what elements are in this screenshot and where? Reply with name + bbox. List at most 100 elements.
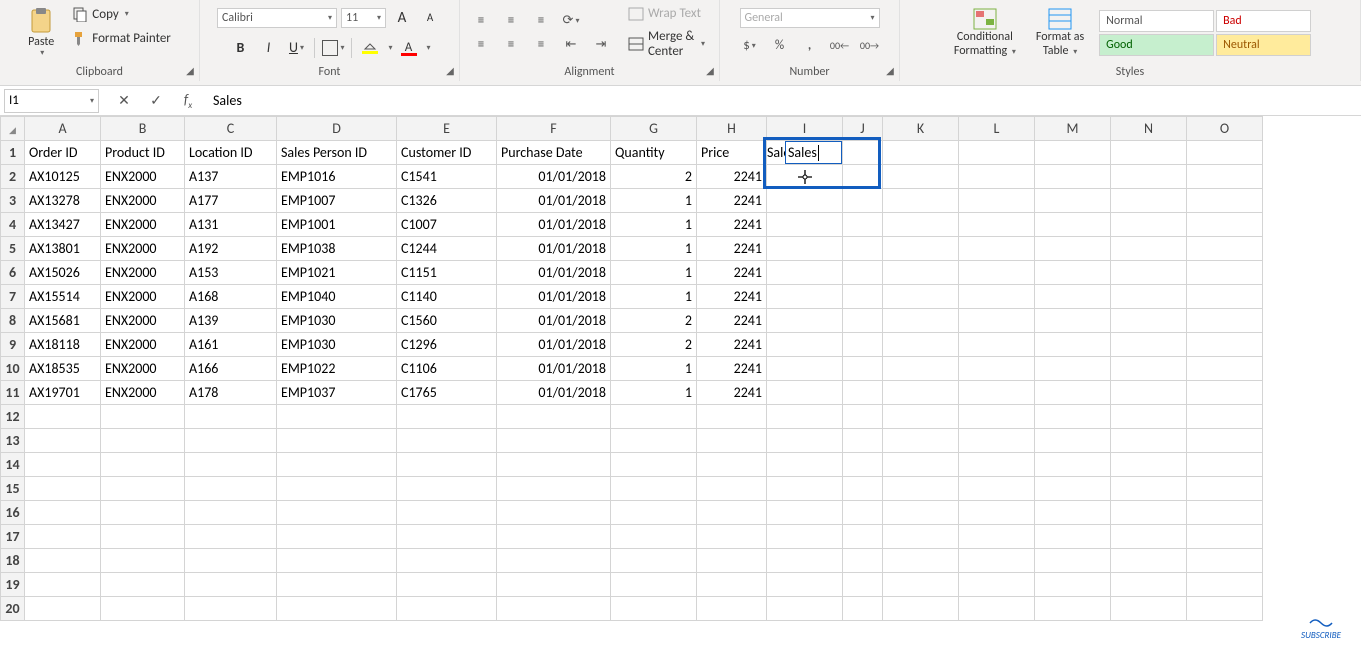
cell-D17[interactable]: [277, 525, 397, 549]
cell-G12[interactable]: [611, 405, 697, 429]
column-header-F[interactable]: F: [497, 117, 611, 141]
cell-G8[interactable]: 2: [611, 309, 697, 333]
cell-C1[interactable]: Location ID: [185, 141, 277, 165]
cell-F14[interactable]: [497, 453, 611, 477]
cell-D2[interactable]: EMP1016: [277, 165, 397, 189]
cell-A8[interactable]: AX15681: [25, 309, 101, 333]
cell-E10[interactable]: C1106: [397, 357, 497, 381]
cell-J14[interactable]: [843, 453, 883, 477]
cell-B15[interactable]: [101, 477, 185, 501]
cell-I5[interactable]: [767, 237, 843, 261]
cell-E6[interactable]: C1151: [397, 261, 497, 285]
cell-A12[interactable]: [25, 405, 101, 429]
cell-D6[interactable]: EMP1021: [277, 261, 397, 285]
row-header[interactable]: 10: [1, 357, 25, 381]
decrease-indent-button[interactable]: ⇤: [558, 33, 584, 57]
align-top-button[interactable]: ≡: [468, 9, 494, 33]
cell-G1[interactable]: Quantity: [611, 141, 697, 165]
cell-I20[interactable]: [767, 597, 843, 621]
cancel-entry-button[interactable]: ✕: [113, 90, 135, 112]
cell-C14[interactable]: [185, 453, 277, 477]
clipboard-dialog-launcher[interactable]: ◢: [183, 63, 197, 77]
cell-D4[interactable]: EMP1001: [277, 213, 397, 237]
cell-N9[interactable]: [1111, 333, 1187, 357]
format-painter-button[interactable]: Format Painter: [66, 28, 177, 48]
cell-I11[interactable]: [767, 381, 843, 405]
cell-B8[interactable]: ENX2000: [101, 309, 185, 333]
formula-input[interactable]: [207, 89, 1361, 113]
cell-N18[interactable]: [1111, 549, 1187, 573]
cell-H11[interactable]: 2241: [697, 381, 767, 405]
cell-C9[interactable]: A161: [185, 333, 277, 357]
cell-J9[interactable]: [843, 333, 883, 357]
cell-L1[interactable]: [959, 141, 1035, 165]
row-header[interactable]: 15: [1, 477, 25, 501]
cell-E5[interactable]: C1244: [397, 237, 497, 261]
cell-N17[interactable]: [1111, 525, 1187, 549]
cell-K4[interactable]: [883, 213, 959, 237]
cell-D11[interactable]: EMP1037: [277, 381, 397, 405]
cell-D9[interactable]: EMP1030: [277, 333, 397, 357]
cell-I1[interactable]: SalesSales: [767, 141, 843, 165]
cell-F18[interactable]: [497, 549, 611, 573]
merge-center-button[interactable]: Merge & Center ▾: [622, 27, 711, 61]
cell-C18[interactable]: [185, 549, 277, 573]
cell-O4[interactable]: [1187, 213, 1263, 237]
cell-F5[interactable]: 01/01/2018: [497, 237, 611, 261]
cell-C13[interactable]: [185, 429, 277, 453]
cell-H15[interactable]: [697, 477, 767, 501]
cell-O15[interactable]: [1187, 477, 1263, 501]
cell-O20[interactable]: [1187, 597, 1263, 621]
cell-O16[interactable]: [1187, 501, 1263, 525]
cell-O3[interactable]: [1187, 189, 1263, 213]
cell-E7[interactable]: C1140: [397, 285, 497, 309]
cell-D15[interactable]: [277, 477, 397, 501]
cell-M4[interactable]: [1035, 213, 1111, 237]
cell-G15[interactable]: [611, 477, 697, 501]
cell-B1[interactable]: Product ID: [101, 141, 185, 165]
cell-C19[interactable]: [185, 573, 277, 597]
cell-L17[interactable]: [959, 525, 1035, 549]
cell-M12[interactable]: [1035, 405, 1111, 429]
cell-J3[interactable]: [843, 189, 883, 213]
row-header[interactable]: 9: [1, 333, 25, 357]
cell-C17[interactable]: [185, 525, 277, 549]
cell-J7[interactable]: [843, 285, 883, 309]
column-header-N[interactable]: N: [1111, 117, 1187, 141]
cell-C11[interactable]: A178: [185, 381, 277, 405]
cell-G14[interactable]: [611, 453, 697, 477]
cell-G17[interactable]: [611, 525, 697, 549]
column-header-M[interactable]: M: [1035, 117, 1111, 141]
cell-D14[interactable]: [277, 453, 397, 477]
cell-B4[interactable]: ENX2000: [101, 213, 185, 237]
cell-C8[interactable]: A139: [185, 309, 277, 333]
cell-M1[interactable]: [1035, 141, 1111, 165]
cell-B13[interactable]: [101, 429, 185, 453]
cell-I4[interactable]: [767, 213, 843, 237]
cell-E4[interactable]: C1007: [397, 213, 497, 237]
cell-B20[interactable]: [101, 597, 185, 621]
cell-K9[interactable]: [883, 333, 959, 357]
cell-A2[interactable]: AX10125: [25, 165, 101, 189]
cell-M3[interactable]: [1035, 189, 1111, 213]
cell-B14[interactable]: [101, 453, 185, 477]
cell-O2[interactable]: [1187, 165, 1263, 189]
cell-A19[interactable]: [25, 573, 101, 597]
cell-K11[interactable]: [883, 381, 959, 405]
cell-J18[interactable]: [843, 549, 883, 573]
row-header[interactable]: 6: [1, 261, 25, 285]
cell-I17[interactable]: [767, 525, 843, 549]
cell-C16[interactable]: [185, 501, 277, 525]
cell-B18[interactable]: [101, 549, 185, 573]
cell-K19[interactable]: [883, 573, 959, 597]
cell-K13[interactable]: [883, 429, 959, 453]
align-left-button[interactable]: ≡: [468, 33, 494, 57]
cell-M15[interactable]: [1035, 477, 1111, 501]
cell-N13[interactable]: [1111, 429, 1187, 453]
row-header[interactable]: 4: [1, 213, 25, 237]
row-header[interactable]: 20: [1, 597, 25, 621]
cell-K8[interactable]: [883, 309, 959, 333]
cell-D13[interactable]: [277, 429, 397, 453]
row-header[interactable]: 7: [1, 285, 25, 309]
cell-A1[interactable]: Order ID: [25, 141, 101, 165]
